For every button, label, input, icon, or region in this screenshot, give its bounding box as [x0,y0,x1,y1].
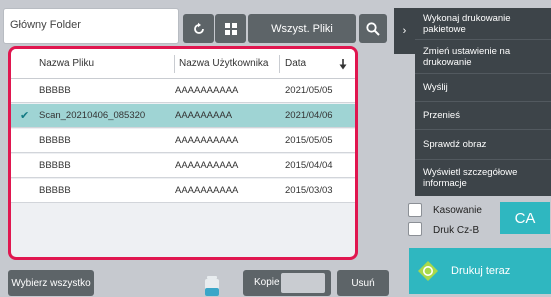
copies-label: Kopie [254,277,280,288]
table-row-selected[interactable]: ✔ Scan_20210406_085320 AAAAAAAAA 2021/04… [11,104,355,128]
action-label: Przenieś [423,110,460,121]
refresh-icon [193,22,204,34]
action-batch-print[interactable]: Wykonaj drukowanie pakietowe [415,8,551,40]
sort-down-arrow-icon[interactable] [339,59,347,70]
column-header-file-name[interactable]: Nazwa Pliku [39,49,94,79]
date-cell: 2015/03/03 [285,185,333,196]
table-row[interactable]: BBBBB AAAAAAAAAA 2015/04/04 [11,154,355,178]
chevron-right-icon: › [402,25,407,37]
action-label: Zmień ustawienie na drukowanie [423,45,511,68]
select-all-button[interactable]: Wybierz wszystko [8,270,94,296]
search-button[interactable] [359,14,387,43]
date-cell: 2021/05/05 [285,85,333,96]
action-send[interactable]: Wyślij [415,74,551,102]
file-name-cell: BBBBB [39,160,71,171]
action-label: Sprawdź obraz [423,139,487,150]
table-row[interactable]: BBBBB AAAAAAAAAA 2021/05/05 [11,79,355,103]
date-cell: 2015/04/04 [285,160,333,171]
toner-bottle-icon [205,276,219,296]
print-now-label: Drukuj teraz [451,265,511,277]
file-name-cell: BBBBB [39,135,71,146]
column-header-user-name[interactable]: Nazwa Użytkownika [179,49,268,79]
user-name-cell: AAAAAAAAA [175,110,233,121]
grid-view-button[interactable] [215,14,246,43]
grid-view-icon [224,22,237,35]
delete-button[interactable]: Usuń [337,270,389,296]
clear-all-label: CA [514,209,536,227]
start-diamond-icon [418,261,438,281]
table-row[interactable]: BBBBB AAAAAAAAAA 2015/05/05 [11,129,355,153]
delete-after-print-checkbox[interactable] [408,203,422,217]
file-name-cell: Scan_20210406_085320 [39,110,146,121]
file-list: Nazwa Pliku Nazwa Użytkownika Data BBBBB… [8,46,358,260]
search-icon [366,21,380,36]
user-name-cell: AAAAAAAAAA [175,85,239,96]
file-name-cell: BBBBB [39,185,71,196]
panel-collapse-button[interactable]: › [394,8,415,54]
user-name-cell: AAAAAAAAAA [175,160,239,171]
table-row[interactable]: BBBBB AAAAAAAAAA 2015/03/03 [11,179,355,203]
copies-input[interactable] [281,273,325,293]
action-label: Wyświetl szczegółowe informacje [423,167,518,189]
file-filter-button[interactable]: Wszyst. Pliki [248,14,356,43]
file-name-cell: BBBBB [39,85,71,96]
action-show-details[interactable]: Wyświetl szczegółowe informacje [415,160,551,196]
duplex-print-checkbox[interactable] [408,222,422,236]
folder-title: Główny Folder [3,8,179,44]
date-cell: 2015/05/05 [285,135,333,146]
action-label: Wyślij [423,82,448,93]
delete-label: Usuń [351,277,375,289]
checkmark-icon: ✔ [20,110,30,122]
action-label: Wykonaj drukowanie pakietowe [423,12,511,35]
date-cell: 2021/04/06 [285,110,333,121]
column-header-date[interactable]: Data [285,49,306,79]
action-panel: Wykonaj drukowanie pakietowe Zmień ustaw… [415,8,551,196]
user-name-cell: AAAAAAAAAA [175,135,239,146]
print-now-button[interactable]: Drukuj teraz [409,248,551,294]
file-list-header: Nazwa Pliku Nazwa Użytkownika Data [11,49,355,79]
delete-after-print-label: Kasowanie [433,205,482,216]
user-name-cell: AAAAAAAAAA [175,185,239,196]
column-divider [279,55,280,73]
action-check-image[interactable]: Sprawdź obraz [415,130,551,160]
file-filter-label: Wszyst. Pliki [271,22,333,35]
action-change-print-settings[interactable]: Zmień ustawienie na drukowanie [415,40,551,74]
refresh-button[interactable] [183,14,214,43]
column-divider [174,55,175,73]
clear-all-button[interactable]: CA [500,202,550,234]
action-move[interactable]: Przenieś [415,102,551,130]
select-all-label: Wybierz wszystko [11,277,91,289]
duplex-print-label: Druk Cz-B [433,225,480,236]
